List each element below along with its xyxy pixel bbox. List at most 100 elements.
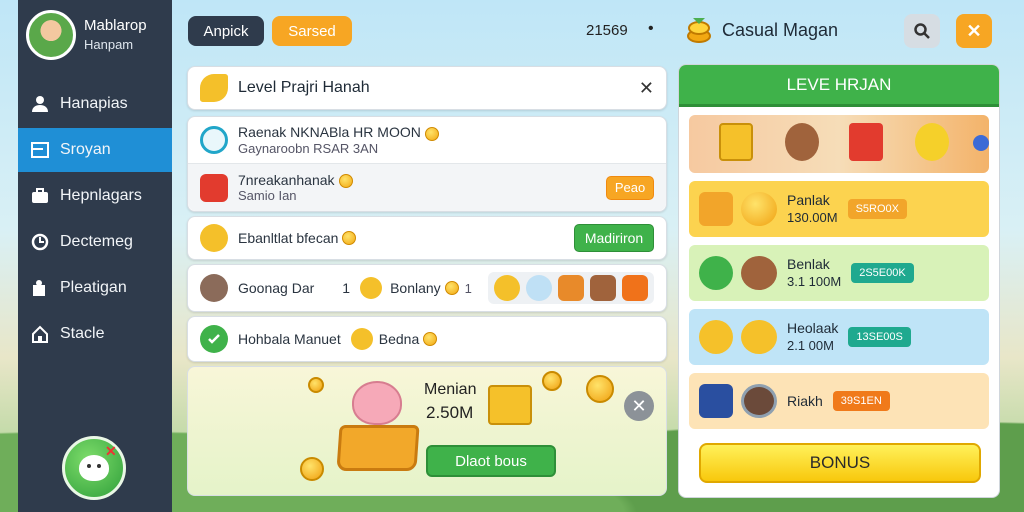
- rewards-banner[interactable]: [689, 115, 989, 173]
- bird-icon: [200, 274, 228, 302]
- coin-icon: [342, 231, 357, 245]
- user-icon: [30, 94, 50, 114]
- mascot-button[interactable]: ✕: [62, 436, 126, 500]
- close-icon[interactable]: ✕: [639, 78, 654, 99]
- board-icon: [30, 140, 50, 160]
- sidebar-item-hanapias[interactable]: Hanapias: [18, 82, 172, 126]
- item-count-2: 1: [464, 280, 472, 296]
- sidebar-item-label: Sroyan: [60, 141, 111, 158]
- list-item[interactable]: 7nreakanhanak Samio Ian Peao: [188, 163, 666, 211]
- sidebar-item-stacle[interactable]: Stacle: [18, 312, 172, 356]
- anpick-button[interactable]: Anpick: [188, 16, 264, 46]
- close-button[interactable]: ✕: [956, 14, 992, 48]
- sidebar-item-label: Hepnlagars: [60, 187, 142, 204]
- peao-button[interactable]: Peao: [606, 175, 654, 200]
- reward-title: Panlak: [787, 192, 830, 208]
- coin-icon: [338, 174, 353, 189]
- promo-title: Menian: [424, 381, 477, 398]
- profile-subtitle: Hanpam: [84, 37, 134, 52]
- reward-amount: 3.1 100M: [787, 274, 842, 289]
- gold-box-image: [488, 385, 532, 425]
- item-title: Goonag Dar: [238, 280, 315, 296]
- coin-bag-icon: [741, 320, 777, 354]
- panel-title: LEVE HRJAN: [679, 65, 999, 107]
- list-item[interactable]: Raenak NKNABla HR MOON Gaynaroobn RSAR 3…: [188, 117, 666, 163]
- monster-icon: [558, 275, 584, 301]
- avatar[interactable]: [26, 10, 76, 60]
- right-panel: LEVE HRJAN Panlak 130.00M S5RO0X Benlak …: [678, 64, 1000, 498]
- list-item[interactable]: Hohbala Manuet Bedna: [187, 316, 667, 362]
- sidebar-item-label: Pleatigan: [60, 279, 127, 296]
- pig-basket-image: [336, 381, 420, 471]
- coin-icon: [360, 277, 383, 299]
- smile-icon: [200, 126, 228, 154]
- coin-icon: [200, 74, 228, 102]
- search-icon: [914, 23, 930, 39]
- bear-icon: [590, 275, 616, 301]
- sidebar-item-dectemeg[interactable]: Dectemeg: [18, 220, 172, 264]
- bee-icon: [699, 320, 733, 354]
- fire-icon: [622, 275, 648, 301]
- separator-dot: •: [648, 20, 654, 37]
- reward-title: Benlak: [787, 256, 830, 272]
- promo-close-button[interactable]: ✕: [624, 391, 654, 421]
- topbar: Anpick Sarsed 21569 • Casual Magan ✕: [186, 14, 1000, 50]
- coin-stack-icon: [200, 224, 228, 252]
- bear-icon: [785, 123, 819, 161]
- reward-row[interactable]: Riakh 39S1EN: [689, 373, 989, 429]
- sidebar-item-sroyan[interactable]: Sroyan: [18, 128, 172, 172]
- search-button[interactable]: [904, 14, 940, 48]
- list-header: Level Prajri Hanah ✕: [187, 66, 667, 110]
- close-badge-icon: ✕: [105, 443, 117, 459]
- sidebar-item-hepnlagars[interactable]: Hepnlagars: [18, 174, 172, 218]
- coin-icon: [423, 332, 438, 346]
- coin-icon: [308, 377, 324, 393]
- close-icon: ✕: [631, 395, 647, 416]
- reward-tag: 13SE00S: [848, 327, 911, 347]
- item-title: Ebanltlat bfecan: [238, 230, 339, 246]
- item-title: 7nreakanhanak: [238, 171, 335, 188]
- coin-icon: [542, 371, 562, 391]
- reward-row[interactable]: Panlak 130.00M S5RO0X: [689, 181, 989, 237]
- elephant-icon: [526, 275, 552, 301]
- puzzle-icon: [30, 278, 50, 298]
- sidebar-item-label: Dectemeg: [60, 233, 133, 250]
- madiriron-button[interactable]: Madiriron: [574, 224, 654, 252]
- bonus-button[interactable]: BONUS: [699, 443, 981, 483]
- coin-count: 21569: [586, 22, 628, 39]
- coin-pot-icon: [915, 123, 949, 161]
- coin-icon: [350, 328, 373, 350]
- sidebar-item-label: Hanapias: [60, 95, 128, 112]
- coin-icon: [494, 275, 520, 301]
- sarsed-button[interactable]: Sarsed: [272, 16, 352, 46]
- coin-stack-icon: [741, 192, 777, 226]
- list-item[interactable]: Goonag Dar 1 Bonlany 1: [187, 264, 667, 312]
- coin-icon: [586, 375, 614, 403]
- app-title: Casual Magan: [722, 20, 839, 40]
- arrow-up-icon: [699, 192, 733, 226]
- reward-tag: 2S5E00K: [851, 263, 914, 283]
- list-item[interactable]: Ebanltlat bfecan Madiriron: [187, 216, 667, 260]
- clover-icon: [699, 256, 733, 290]
- item-count: 1: [342, 280, 351, 296]
- sidebar: Mablarop Hanpam Hanapias Sroyan Hepnlaga…: [18, 0, 172, 512]
- reward-row[interactable]: Heolaak 2.1 00M 13SE00S: [689, 309, 989, 365]
- sidebar-item-pleatigan[interactable]: Pleatigan: [18, 266, 172, 310]
- next-icon[interactable]: [973, 135, 989, 151]
- gift-box-icon: [849, 123, 883, 161]
- sidebar-item-label: Stacle: [60, 325, 105, 342]
- item-title-2: Bedna: [378, 331, 420, 347]
- reward-row[interactable]: Benlak 3.1 100M 2S5E00K: [689, 245, 989, 301]
- reward-tag: 39S1EN: [832, 391, 890, 411]
- coin-stack-icon: [687, 18, 711, 43]
- item-title-2: Bonlany: [390, 280, 441, 296]
- pot-icon: [741, 384, 777, 418]
- claim-bonus-button[interactable]: Dlaot bous: [426, 445, 556, 477]
- profile[interactable]: Mablarop Hanpam: [18, 0, 172, 70]
- close-icon: ✕: [966, 20, 982, 41]
- reward-amount: 130.00M: [787, 210, 838, 225]
- promo-card: Menian 2.50M Dlaot bous ✕: [187, 366, 667, 496]
- bear-icon: [741, 256, 777, 290]
- gift-box-icon: [719, 123, 753, 161]
- list-title: Level Prajri Hanah: [238, 79, 370, 96]
